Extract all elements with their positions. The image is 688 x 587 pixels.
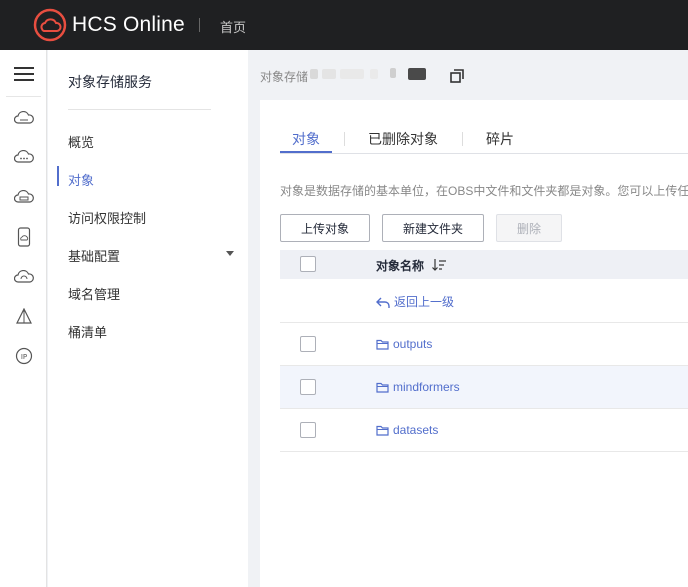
row-checkbox[interactable]	[300, 379, 316, 395]
service-title-divider	[68, 109, 211, 110]
column-header-name[interactable]: 对象名称	[376, 257, 424, 274]
folder-icon	[376, 382, 389, 393]
hcs-logo-icon[interactable]	[33, 8, 67, 42]
copy-icon[interactable]	[450, 69, 464, 83]
home-link[interactable]: 首页	[220, 17, 246, 36]
svg-text:IP: IP	[20, 353, 26, 361]
tab-fragments[interactable]: 碎片	[486, 129, 514, 149]
sidebar-item-domain[interactable]: 域名管理	[68, 284, 120, 303]
bucket-name-redacted	[310, 68, 426, 80]
folder-link[interactable]: mindformers	[376, 380, 460, 394]
folder-name: outputs	[393, 337, 433, 351]
table-row: mindformers	[280, 366, 688, 409]
tab-bar-line	[280, 153, 688, 154]
ip-icon[interactable]: IP	[0, 337, 47, 375]
folder-link[interactable]: outputs	[376, 337, 432, 351]
mobile-icon[interactable]	[0, 218, 47, 256]
tab-active-underline	[280, 151, 332, 153]
table-row: datasets	[280, 409, 688, 452]
sidebar-item-overview[interactable]: 概览	[68, 132, 94, 151]
sidebar-item-basic-config[interactable]: 基础配置	[68, 246, 120, 265]
tab-divider	[462, 132, 463, 146]
objects-description: 对象是数据存储的基本单位，在OBS中文件和文件夹都是对象。您可以上传任	[280, 184, 688, 198]
cloud-drive-icon[interactable]	[0, 99, 47, 137]
row-checkbox[interactable]	[300, 336, 316, 352]
icon-rail: IP	[0, 50, 47, 587]
delete-button[interactable]: 删除	[496, 214, 562, 242]
select-all-checkbox[interactable]	[300, 256, 316, 272]
row-checkbox[interactable]	[300, 422, 316, 438]
menu-icon[interactable]	[0, 55, 47, 93]
folder-icon	[376, 339, 389, 350]
sidebar-item-access-control[interactable]: 访问权限控制	[68, 208, 146, 227]
back-link[interactable]: 返回上一级	[376, 293, 454, 310]
tab-divider	[344, 132, 345, 146]
table-header: 对象名称	[280, 250, 688, 279]
service-sidebar: 对象存储服务 概览 对象 访问权限控制 基础配置 域名管理 桶清单	[48, 50, 248, 587]
folder-name: datasets	[393, 423, 439, 437]
back-arrow-icon	[376, 297, 390, 308]
main-panel: 对象 已删除对象 碎片 对象是数据存储的基本单位，在OBS中文件和文件夹都是对象…	[260, 100, 688, 587]
cloud-refresh-icon[interactable]	[0, 258, 47, 296]
sort-icon[interactable]	[432, 259, 446, 271]
upload-object-button[interactable]: 上传对象	[280, 214, 370, 242]
chevron-down-icon[interactable]	[226, 251, 234, 256]
pyramid-icon[interactable]	[0, 298, 47, 336]
folder-name: mindformers	[393, 380, 460, 394]
sidebar-item-objects[interactable]: 对象	[68, 170, 94, 189]
active-indicator	[57, 166, 59, 186]
folder-icon	[376, 425, 389, 436]
rail-divider	[6, 96, 41, 97]
breadcrumb[interactable]: 对象存储	[260, 68, 308, 85]
cloud-more-icon[interactable]	[0, 138, 47, 176]
new-folder-button[interactable]: 新建文件夹	[382, 214, 484, 242]
sidebar-item-inventory[interactable]: 桶清单	[68, 322, 107, 341]
brand-title: HCS Online	[72, 13, 185, 36]
table-row-back: 返回上一级	[280, 279, 688, 323]
service-title: 对象存储服务	[68, 74, 152, 90]
table-row: outputs	[280, 323, 688, 366]
cloud-storage-icon[interactable]	[0, 178, 47, 216]
top-bar: HCS Online 首页	[0, 0, 688, 50]
tab-deleted-objects[interactable]: 已删除对象	[368, 129, 438, 149]
tab-objects[interactable]: 对象	[292, 129, 320, 149]
brand-divider	[199, 18, 200, 32]
back-link-label: 返回上一级	[394, 295, 455, 309]
folder-link[interactable]: datasets	[376, 423, 438, 437]
